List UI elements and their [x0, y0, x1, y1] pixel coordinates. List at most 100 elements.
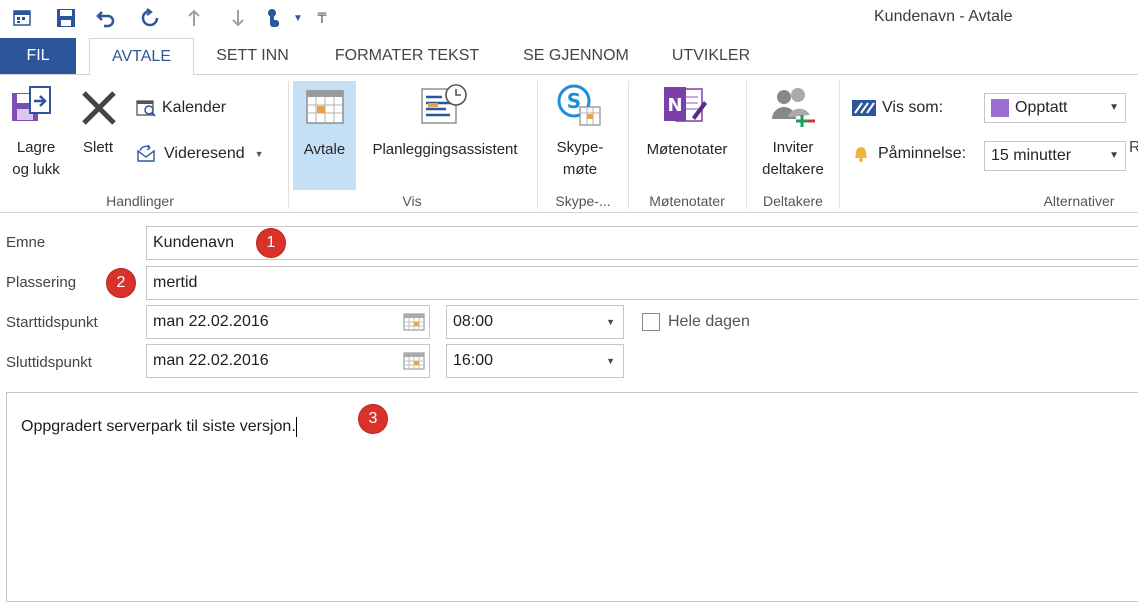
save-label-line1: Lagre	[16, 139, 56, 156]
skype-label-line2: møte	[562, 161, 598, 178]
start-time-value: 08:00	[453, 313, 494, 330]
onenote-icon[interactable]: N	[662, 83, 708, 133]
tab-file[interactable]: FIL	[0, 38, 76, 74]
recurrence-label-clipped[interactable]: R	[1129, 139, 1138, 157]
show-as-text: Vis som:	[882, 99, 944, 116]
svg-text:S: S	[567, 89, 581, 113]
save-and-close-icon[interactable]	[10, 85, 56, 131]
callout-marker-2: 2	[106, 268, 136, 298]
location-input[interactable]: mertid	[146, 266, 1138, 300]
subject-label: Emne	[6, 234, 46, 251]
chevron-down-icon: ▼	[606, 317, 615, 327]
touch-mode-icon[interactable]	[262, 6, 286, 30]
save-and-close-button[interactable]: Lagre og lukk	[0, 137, 72, 181]
chevron-down-icon: ▼	[606, 356, 615, 366]
all-day-checkbox[interactable]	[642, 313, 660, 331]
group-label-deltakere: Deltakere	[763, 193, 823, 209]
redo-icon[interactable]	[138, 6, 162, 30]
calendar-label: Kalender	[162, 99, 227, 116]
dropdown-arrow-icon[interactable]: ▼	[286, 6, 310, 30]
ribbon: Lagre og lukk Slett Kalender Videresend …	[0, 74, 1138, 213]
end-date-value: man 22.02.2016	[153, 352, 269, 369]
delete-icon[interactable]	[78, 87, 122, 131]
group-label-handlinger: Handlinger	[106, 193, 174, 209]
skype-icon[interactable]: S	[556, 83, 602, 133]
start-time-label: Starttidspunkt	[6, 314, 98, 331]
save-label-line2: og lukk	[12, 161, 60, 178]
end-time-label: Sluttidspunkt	[6, 354, 92, 371]
group-label-motenotater: Møtenotater	[649, 193, 725, 209]
ribbon-separator	[839, 81, 840, 209]
tab-formater-tekst[interactable]: FORMATER TEKST	[318, 38, 496, 74]
text-cursor	[295, 417, 297, 437]
calendar-icon[interactable]	[403, 313, 425, 331]
start-date-value: man 22.02.2016	[153, 313, 269, 330]
end-time-dropdown[interactable]: 16:00 ▼	[446, 344, 624, 378]
callout-marker-3: 3	[358, 404, 388, 434]
delete-button[interactable]: Slett	[74, 137, 122, 159]
calendar-app-icon[interactable]	[10, 6, 34, 30]
forward-button[interactable]: Videresend ▼	[136, 145, 264, 163]
scheduling-assistant-button[interactable]: Planleggingsassistent	[358, 139, 532, 161]
calendar-button[interactable]: Kalender	[136, 99, 226, 117]
message-body[interactable]: Oppgradert serverpark til siste versjon.	[6, 392, 1138, 602]
ribbon-separator	[746, 81, 747, 209]
show-as-dropdown[interactable]: Opptatt ▼	[984, 93, 1126, 123]
group-label-vis: Vis	[402, 193, 422, 209]
save-icon[interactable]	[54, 6, 78, 30]
up-arrow-icon[interactable]	[182, 6, 206, 30]
chevron-down-icon: ▼	[1109, 102, 1119, 113]
appointment-view-button[interactable]: Avtale	[293, 81, 356, 190]
forward-label: Videresend	[164, 145, 245, 162]
body-text-content: Oppgradert serverpark til siste versjon.	[21, 418, 296, 436]
reminder-text: Påminnelse:	[878, 145, 967, 162]
end-time-value: 16:00	[453, 352, 494, 369]
skype-meeting-button[interactable]: Skype- møte	[540, 137, 620, 181]
calendar-icon	[136, 99, 156, 117]
invite-attendees-icon[interactable]	[768, 85, 816, 133]
down-arrow-icon[interactable]	[226, 6, 250, 30]
ribbon-separator	[628, 81, 629, 209]
group-label-skype: Skype-...	[555, 193, 611, 209]
forward-icon	[136, 145, 158, 163]
reminder-value: 15 minutter	[991, 147, 1072, 164]
forward-dropdown-icon: ▼	[254, 149, 264, 159]
calendar-icon[interactable]	[403, 352, 425, 370]
show-as-label: Vis som:	[852, 99, 943, 117]
title-bar: ▼ ₸ Kundenavn - Avtale	[0, 0, 1138, 36]
appointment-icon	[305, 89, 345, 129]
end-date-picker[interactable]: man 22.02.2016	[146, 344, 430, 378]
tab-sett-inn[interactable]: SETT INN	[200, 38, 305, 74]
busy-color-swatch	[991, 99, 1009, 117]
invite-label-line2: deltakere	[762, 161, 824, 178]
invite-attendees-button[interactable]: Inviter deltakere	[752, 137, 834, 181]
show-as-value: Opptatt	[1015, 99, 1068, 116]
tab-avtale[interactable]: AVTALE	[89, 38, 194, 75]
appointment-label: Avtale	[303, 141, 346, 158]
start-time-dropdown[interactable]: 08:00 ▼	[446, 305, 624, 339]
skype-label-line1: Skype-	[556, 139, 604, 156]
ribbon-separator	[537, 81, 538, 209]
scheduling-assistant-icon[interactable]	[420, 83, 468, 129]
show-as-icon	[852, 100, 876, 116]
start-date-picker[interactable]: man 22.02.2016	[146, 305, 430, 339]
invite-label-line1: Inviter	[772, 139, 814, 156]
group-label-alternativer: Alternativer	[1043, 193, 1115, 209]
chevron-down-icon: ▼	[1109, 150, 1119, 161]
callout-marker-1: 1	[256, 228, 286, 258]
meeting-notes-button[interactable]: Møtenotater	[632, 139, 742, 161]
reminder-dropdown[interactable]: 15 minutter ▼	[984, 141, 1126, 171]
body-text: Oppgradert serverpark til siste versjon.	[21, 417, 297, 437]
reminder-label: Påminnelse:	[852, 145, 966, 163]
window-title: Kundenavn - Avtale	[874, 8, 1013, 25]
bell-icon	[852, 145, 870, 163]
location-label: Plassering	[6, 274, 77, 291]
tab-utvikler[interactable]: UTVIKLER	[656, 38, 766, 74]
ribbon-separator	[288, 81, 289, 209]
customize-icon[interactable]: ₸	[310, 6, 334, 30]
all-day-label: Hele dagen	[668, 313, 750, 330]
ribbon-tabs: FIL AVTALE SETT INN FORMATER TEKST SE GJ…	[0, 38, 1138, 75]
tab-se-gjennom[interactable]: SE GJENNOM	[510, 38, 642, 74]
subject-input[interactable]: Kundenavn	[146, 226, 1138, 260]
undo-icon[interactable]	[94, 6, 118, 30]
